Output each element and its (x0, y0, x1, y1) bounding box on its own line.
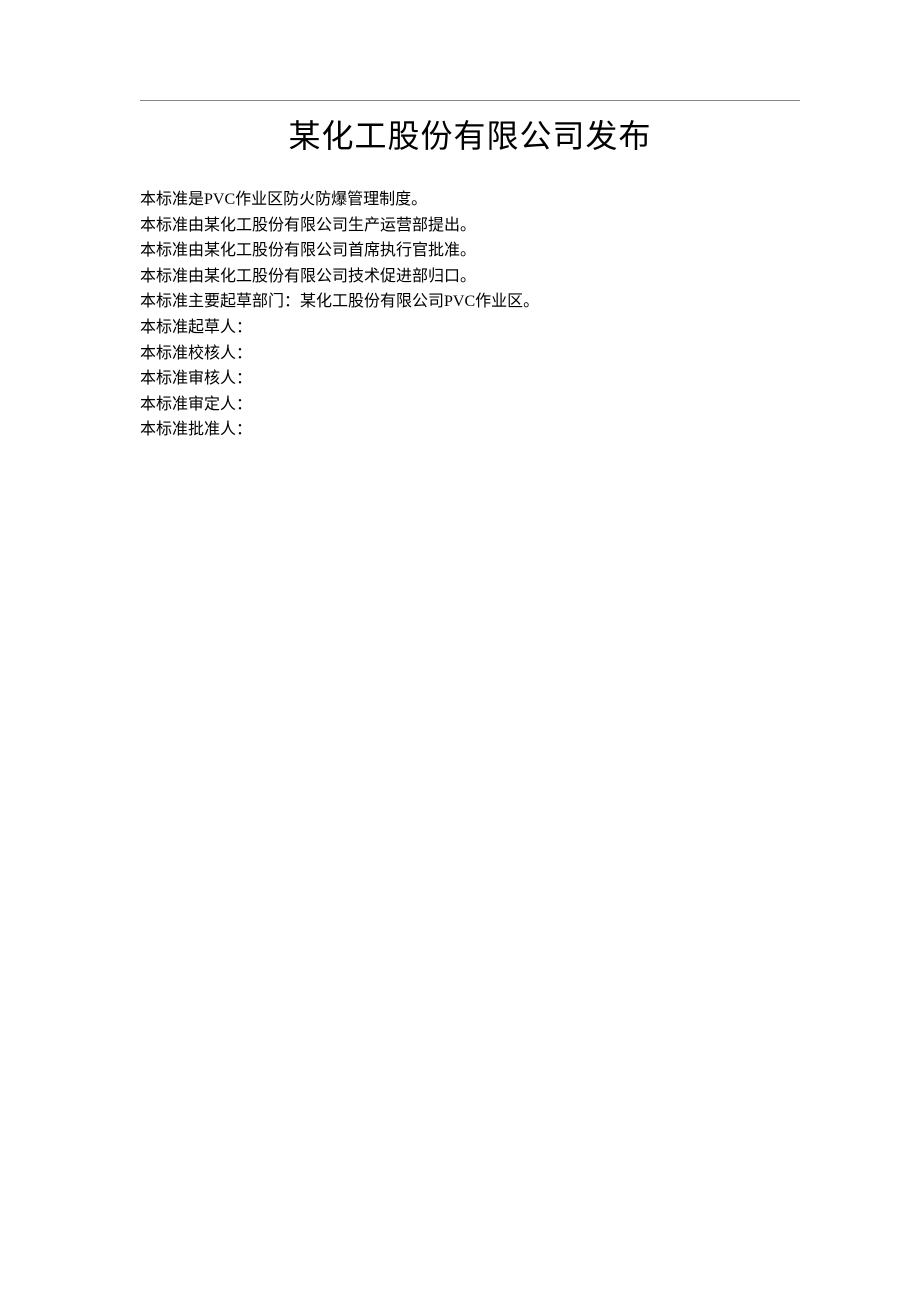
body-line: 本标准由某化工股份有限公司生产运营部提出。 (140, 213, 800, 239)
role-line-checker: 本标准校核人： (140, 341, 800, 367)
document-page: 某化工股份有限公司发布 本标准是PVC作业区防火防爆管理制度。 本标准由某化工股… (0, 0, 920, 443)
body-line: 本标准主要起草部门：某化工股份有限公司PVC作业区。 (140, 289, 800, 315)
body-line: 本标准起草人： (140, 315, 800, 341)
header-divider (140, 100, 800, 101)
body-line: 本标准由某化工股份有限公司首席执行官批准。 (140, 238, 800, 264)
document-title: 某化工股份有限公司发布 (140, 111, 800, 157)
role-line-approver: 本标准审定人： (140, 392, 800, 418)
body-line: 本标准由某化工股份有限公司技术促进部归口。 (140, 264, 800, 290)
role-line-authorizer: 本标准批准人： (140, 417, 800, 443)
body-line: 本标准是PVC作业区防火防爆管理制度。 (140, 187, 800, 213)
document-body: 本标准是PVC作业区防火防爆管理制度。 本标准由某化工股份有限公司生产运营部提出… (140, 187, 800, 443)
role-line-reviewer: 本标准审核人： (140, 366, 800, 392)
